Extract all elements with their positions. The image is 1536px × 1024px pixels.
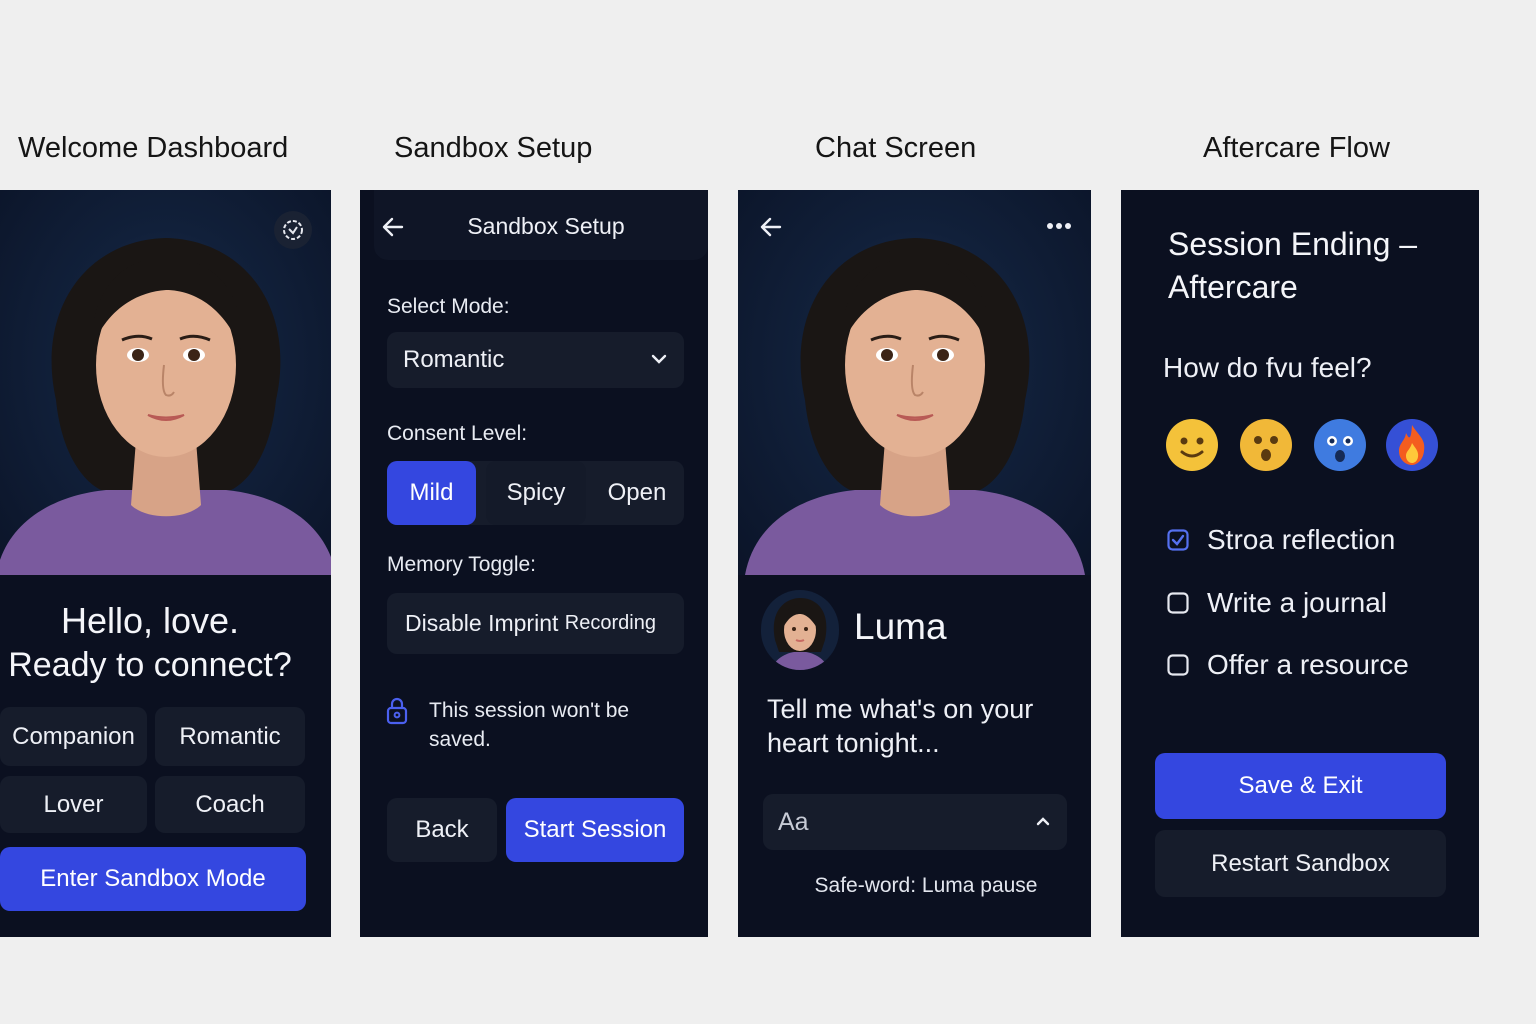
back-button[interactable]: Back (387, 798, 497, 862)
memory-button-tail-text: Recording (564, 612, 656, 634)
companion-name: Luma (854, 606, 947, 647)
chevron-down-icon (651, 354, 667, 364)
sandbox-setup-title: Sandbox Setup (394, 132, 593, 164)
welcome-dashboard-title: Welcome Dashboard (18, 132, 289, 164)
settings-badge-icon[interactable] (274, 211, 312, 249)
avatar-illustration (744, 238, 1085, 575)
aftercare-title-line-2: Aftercare (1168, 269, 1298, 305)
welcome-dashboard-panel: Hello, love. Ready to connect? Companion… (0, 190, 331, 937)
checkbox-checked-icon[interactable] (1167, 529, 1189, 551)
message-input-placeholder: Aa (778, 807, 809, 836)
sandbox-setup-panel: Sandbox Setup Select Mode: Romantic Cons… (360, 190, 708, 937)
surprised-face-icon[interactable] (1238, 417, 1294, 473)
checkbox-unchecked-icon[interactable] (1167, 654, 1189, 676)
greeting-line-1: Hello, love. (60, 600, 240, 641)
memory-toggle-label: Memory Toggle: (387, 553, 537, 576)
avatar (761, 590, 839, 670)
session-notice-line-2: saved. (429, 728, 491, 751)
back-arrow-icon[interactable] (754, 210, 788, 244)
lock-icon (386, 697, 408, 725)
chat-message-line-1: Tell me what's on your (767, 694, 1034, 724)
save-exit-button[interactable]: Save & Exit (1155, 753, 1446, 819)
session-notice-line-1: This session won't be (429, 699, 630, 722)
role-romantic-button[interactable]: Romantic (155, 707, 305, 766)
checkbox-unchecked-icon[interactable] (1167, 592, 1189, 614)
more-horizontal-icon[interactable] (1042, 214, 1076, 238)
chat-screen-panel: Luma Tell me what's on your heart tonigh… (738, 190, 1091, 937)
chat-message-line-2: heart tonight... (767, 728, 940, 758)
role-lover-button[interactable]: Lover (0, 776, 147, 833)
smiling-face-icon[interactable] (1164, 417, 1220, 473)
enter-sandbox-button[interactable]: Enter Sandbox Mode (0, 847, 306, 911)
avatar-illustration (0, 238, 331, 575)
aftercare-option-reflection[interactable]: Stroa reflection (1207, 524, 1395, 556)
mode-select[interactable]: Romantic (387, 332, 684, 388)
disable-imprint-recording-button[interactable]: Disable Imprint Recording (387, 593, 684, 654)
role-coach-button[interactable]: Coach (155, 776, 305, 833)
greeting-line-2: Ready to connect? (8, 646, 292, 684)
select-mode-label: Select Mode: (387, 295, 510, 318)
restart-sandbox-button[interactable]: Restart Sandbox (1155, 830, 1446, 897)
role-companion-button[interactable]: Companion (0, 707, 147, 766)
consent-level-label: Consent Level: (387, 422, 528, 445)
message-input[interactable]: Aa (763, 794, 1067, 850)
safe-word-hint: Safe-word: Luma pause (814, 874, 1038, 897)
consent-mild-option[interactable]: Mild (387, 461, 476, 525)
aftercare-option-resource[interactable]: Offer a resource (1207, 649, 1409, 681)
avatar-portrait (0, 190, 331, 575)
chevron-up-icon[interactable] (1035, 815, 1051, 827)
aftercare-title-line-1: Session Ending – (1168, 226, 1418, 262)
chat-screen-title: Chat Screen (815, 132, 977, 164)
aftercare-flow-title: Aftercare Flow (1203, 132, 1390, 164)
aftercare-option-journal[interactable]: Write a journal (1207, 587, 1387, 619)
sandbox-header-title: Sandbox Setup (467, 213, 625, 239)
aftercare-panel: Session Ending – Aftercare How do fvu fe… (1121, 190, 1479, 937)
chat-avatar-portrait (738, 190, 1091, 575)
consent-spicy-option[interactable]: Spicy (486, 461, 586, 525)
memory-button-main-text: Disable Imprint (405, 610, 559, 636)
feeling-question: How do fvu feel? (1163, 352, 1372, 383)
mode-select-value: Romantic (403, 346, 505, 373)
fire-icon[interactable] (1384, 417, 1440, 473)
astonished-face-icon[interactable] (1312, 417, 1368, 473)
consent-open-option[interactable]: Open (590, 461, 684, 525)
start-session-button[interactable]: Start Session (506, 798, 684, 862)
